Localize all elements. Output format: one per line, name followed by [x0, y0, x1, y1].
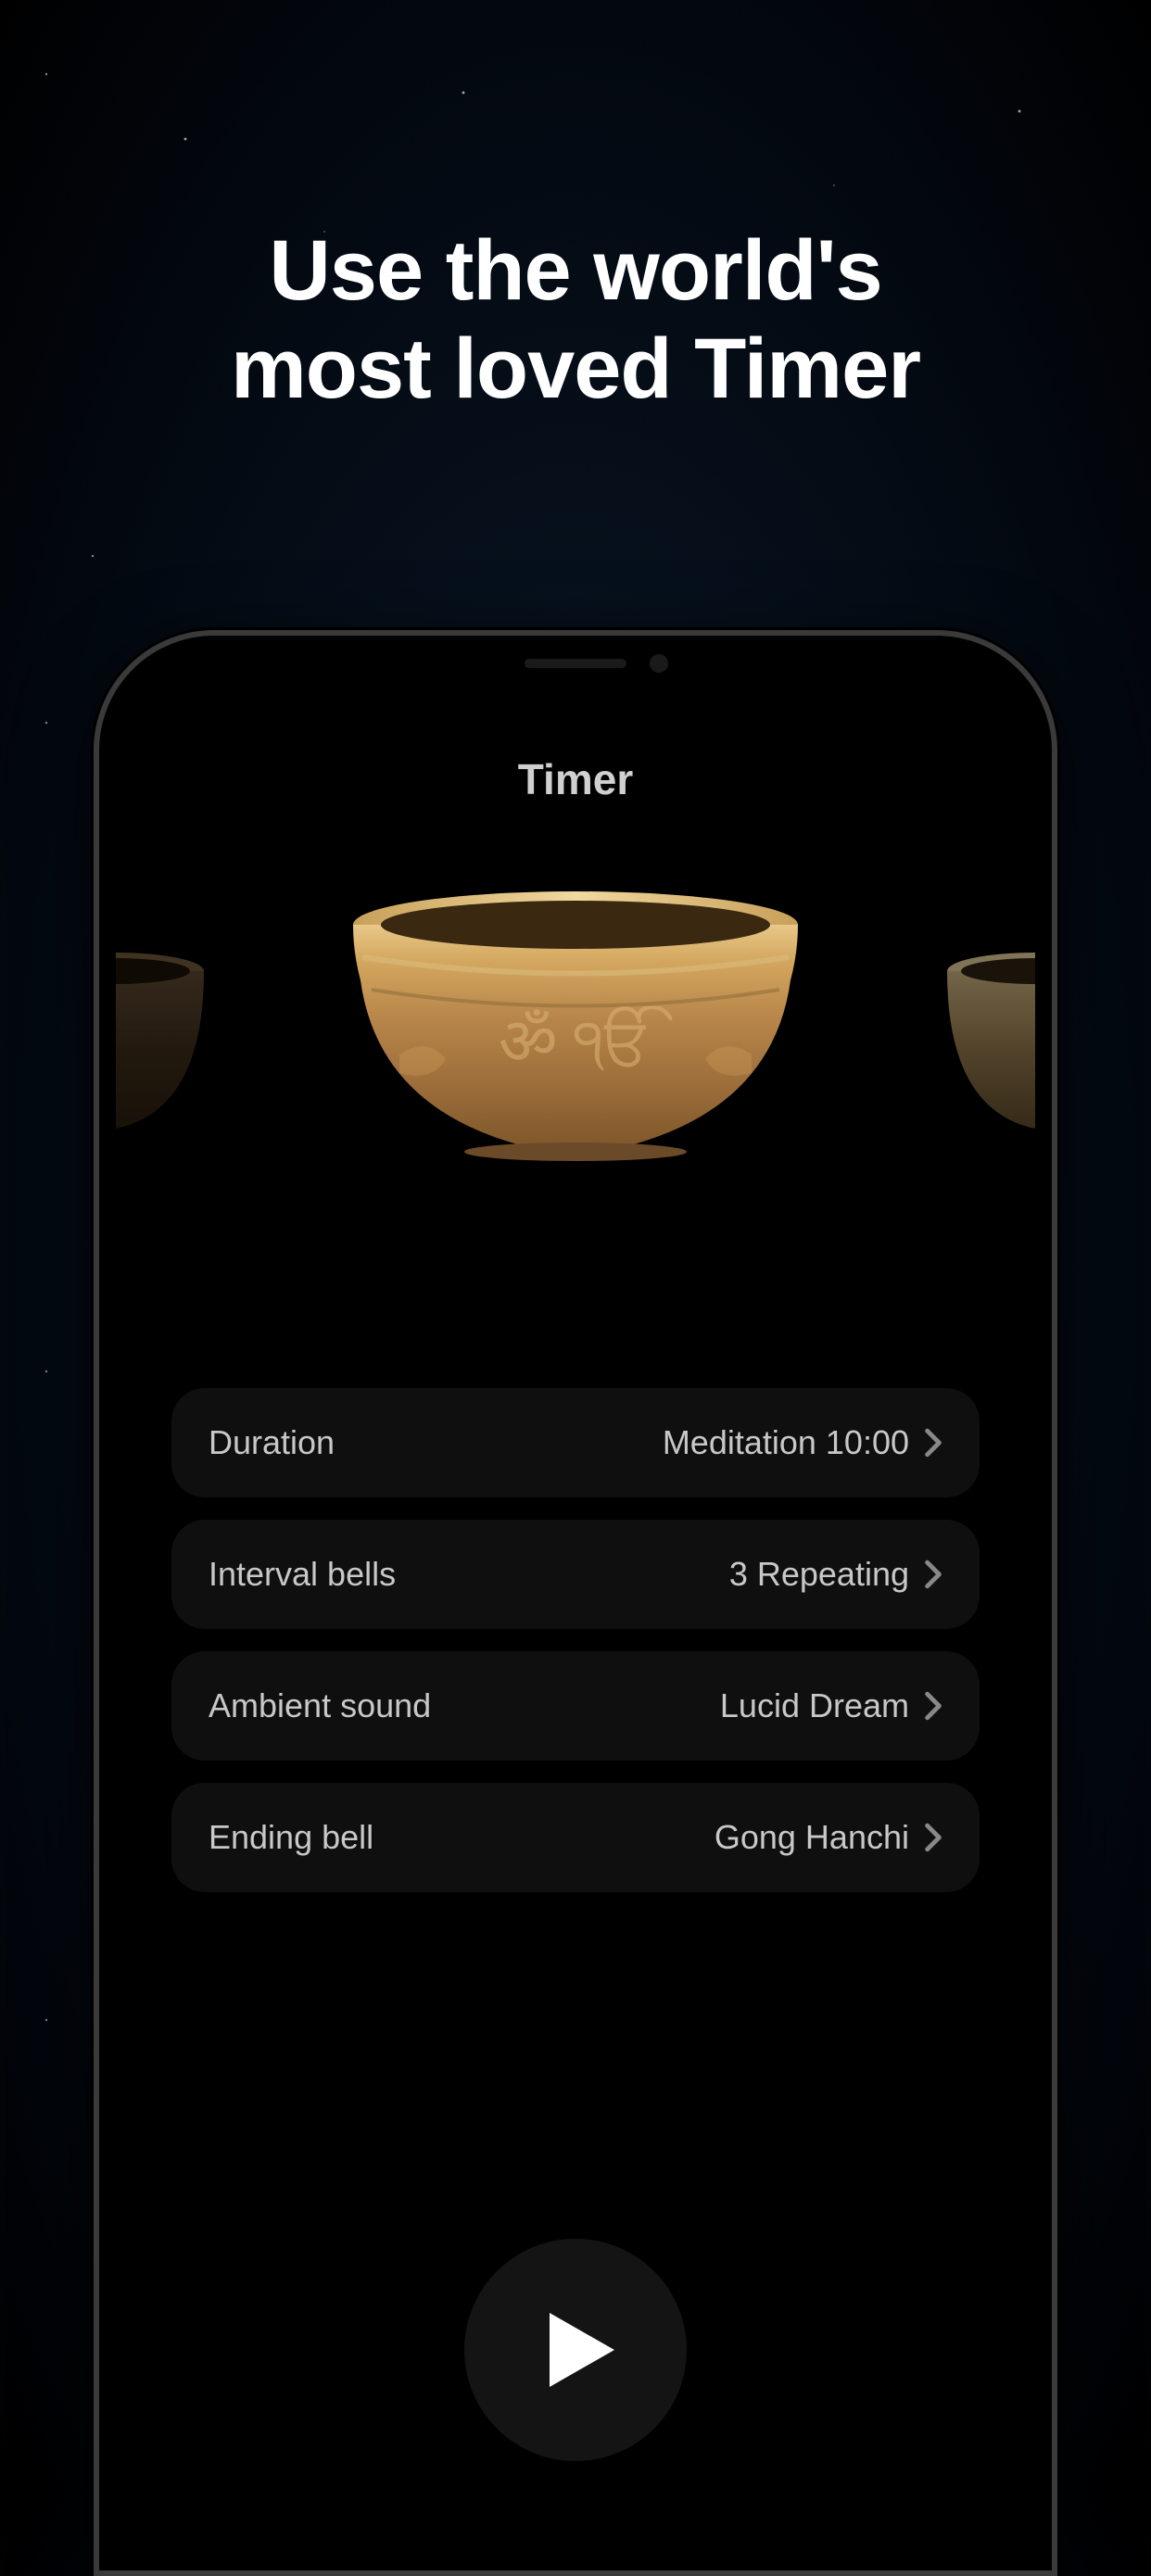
- setting-ending-bell[interactable]: Ending bell Gong Hanchi: [171, 1783, 980, 1892]
- setting-label: Ending bell: [209, 1818, 373, 1857]
- setting-value-group: 3 Repeating: [729, 1555, 942, 1594]
- chevron-right-icon: [924, 1691, 942, 1721]
- svg-text:ॐ ੴ: ॐ ੴ: [499, 1006, 673, 1079]
- setting-value: 3 Repeating: [729, 1555, 909, 1594]
- setting-value: Meditation 10:00: [663, 1423, 909, 1462]
- chevron-right-icon: [924, 1559, 942, 1589]
- headline-line-1: Use the world's: [0, 222, 1151, 321]
- bowl-carousel[interactable]: ॐ ੴ: [116, 888, 1035, 1203]
- phone-notch: [399, 636, 752, 691]
- play-button[interactable]: [464, 2239, 687, 2461]
- singing-bowl-selected[interactable]: ॐ ੴ: [344, 888, 807, 1166]
- timer-settings-list: Duration Meditation 10:00 Interval bells…: [116, 1388, 1035, 1892]
- play-icon: [545, 2308, 619, 2392]
- screen-title: Timer: [116, 754, 1035, 804]
- setting-label: Ambient sound: [209, 1686, 431, 1725]
- phone-camera: [650, 654, 668, 673]
- chevron-right-icon: [924, 1823, 942, 1852]
- setting-interval-bells[interactable]: Interval bells 3 Repeating: [171, 1520, 980, 1629]
- setting-ambient-sound[interactable]: Ambient sound Lucid Dream: [171, 1651, 980, 1761]
- phone-frame: Timer: [94, 630, 1057, 2576]
- phone-screen: Timer: [116, 652, 1035, 2554]
- chevron-right-icon: [924, 1428, 942, 1458]
- setting-value: Gong Hanchi: [715, 1818, 909, 1857]
- setting-value-group: Meditation 10:00: [663, 1423, 942, 1462]
- setting-duration[interactable]: Duration Meditation 10:00: [171, 1388, 980, 1497]
- setting-value: Lucid Dream: [720, 1686, 909, 1725]
- phone-speaker: [525, 659, 626, 668]
- marketing-headline: Use the world's most loved Timer: [0, 222, 1151, 419]
- singing-bowl-next[interactable]: [942, 943, 1035, 1147]
- singing-bowl-previous[interactable]: [116, 943, 209, 1147]
- setting-label: Duration: [209, 1423, 335, 1462]
- setting-value-group: Lucid Dream: [720, 1686, 942, 1725]
- setting-value-group: Gong Hanchi: [715, 1818, 942, 1857]
- headline-line-2: most loved Timer: [0, 321, 1151, 419]
- setting-label: Interval bells: [209, 1555, 396, 1594]
